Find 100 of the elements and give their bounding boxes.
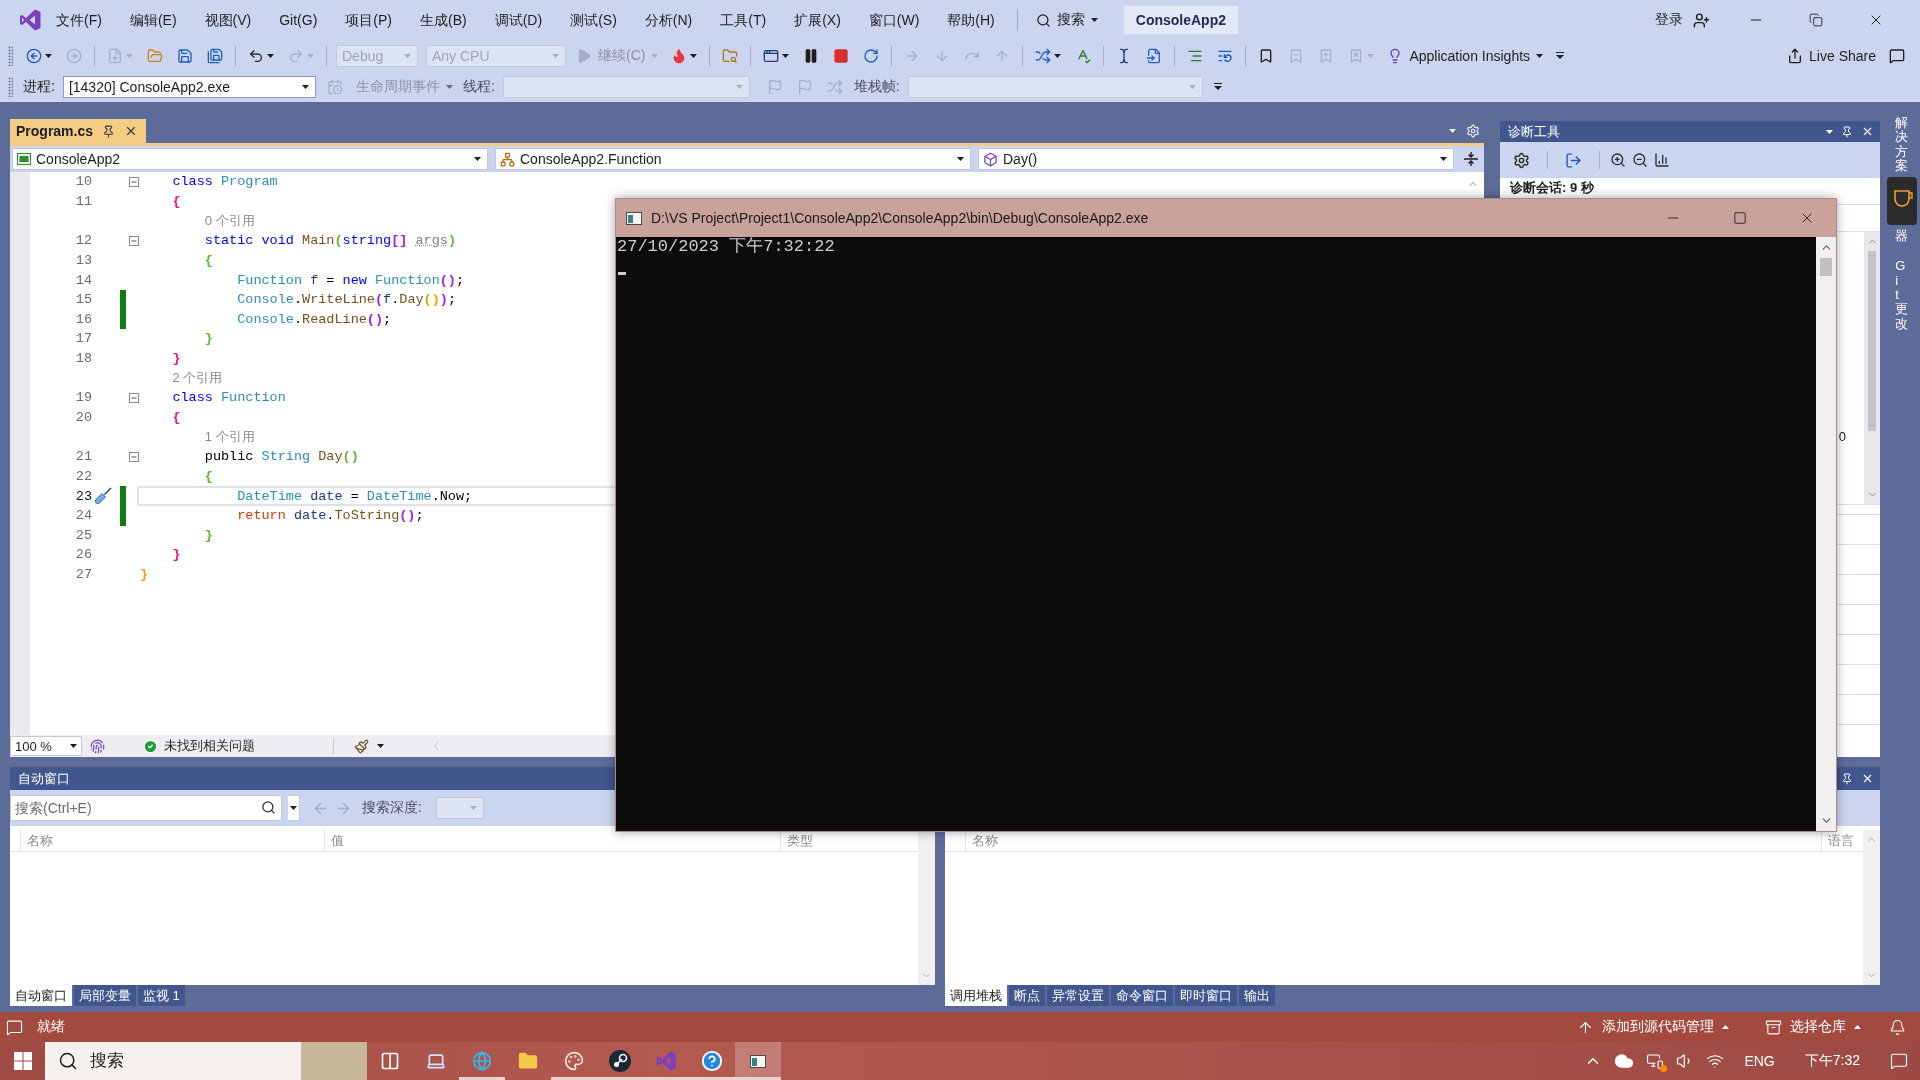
side-tab[interactable]: Git 更改 xyxy=(1887,255,1917,335)
folder-search-icon[interactable] xyxy=(722,48,739,64)
overflow-icon[interactable] xyxy=(1213,83,1222,91)
caret-icon[interactable] xyxy=(1090,18,1098,22)
reference-count-link[interactable]: 2 个引用 xyxy=(172,369,223,388)
zoom-out-icon[interactable] xyxy=(1632,152,1648,168)
panel-tab[interactable]: 调用堆栈 xyxy=(945,985,1007,1006)
console-window-icon[interactable] xyxy=(750,1054,766,1068)
browser-icon[interactable] xyxy=(472,1051,492,1071)
issues-status[interactable]: 未找到相关问题 xyxy=(143,737,255,755)
caret-icon[interactable] xyxy=(957,157,964,161)
menu-item[interactable]: 测试(S) xyxy=(556,10,631,30)
document-tab[interactable]: Program.cs xyxy=(10,119,147,143)
caret-icon[interactable] xyxy=(1440,157,1447,161)
help-icon[interactable] xyxy=(701,1050,723,1072)
select-repository-button[interactable]: 选择仓库 xyxy=(1757,1018,1869,1036)
message-icon[interactable] xyxy=(6,1018,23,1036)
split-icon[interactable] xyxy=(1464,151,1478,167)
caret-icon[interactable] xyxy=(690,54,698,58)
collapse-icon[interactable] xyxy=(129,451,139,462)
archive-icon[interactable] xyxy=(1765,1018,1782,1036)
close-icon[interactable] xyxy=(1861,125,1874,138)
navigation-dropdown[interactable]: ConsoleApp2.Function xyxy=(495,148,971,170)
navigation-dropdown[interactable]: ConsoleApp2 xyxy=(12,148,488,170)
taskbar-search[interactable]: 搜索 xyxy=(45,1042,367,1080)
zoom-dropdown[interactable]: 100 % xyxy=(10,736,82,756)
insights-button[interactable]: Application Insights xyxy=(1381,44,1550,68)
menu-item[interactable]: 分析(N) xyxy=(630,10,707,30)
zoom-in-icon[interactable] xyxy=(1610,152,1626,168)
caret-icon[interactable] xyxy=(377,744,384,748)
task-view-icon[interactable] xyxy=(380,1051,400,1071)
panel-tab[interactable]: 监视 1 xyxy=(138,985,185,1006)
grip-icon[interactable] xyxy=(8,77,13,97)
reference-count-link[interactable]: 1 个引用 xyxy=(204,428,255,447)
maximize-icon[interactable] xyxy=(1733,211,1747,225)
window-icon[interactable] xyxy=(763,48,780,64)
pin-icon[interactable] xyxy=(1841,772,1853,785)
brush-icon[interactable] xyxy=(354,738,369,754)
undo-icon[interactable] xyxy=(248,48,264,64)
search-field[interactable]: 搜索 xyxy=(90,1046,289,1076)
logo-icon[interactable] xyxy=(18,8,42,32)
sign-in-link[interactable]: 登录 xyxy=(1655,11,1683,29)
back-icon[interactable] xyxy=(26,48,42,64)
scrollbar-thumb[interactable] xyxy=(1868,251,1876,431)
caret-icon[interactable] xyxy=(70,744,77,748)
caret-icon[interactable] xyxy=(301,85,309,89)
folder-icon[interactable] xyxy=(518,1051,538,1071)
close-icon[interactable] xyxy=(1861,772,1874,785)
process-dropdown[interactable]: [14320] ConsoleApp2.exe xyxy=(62,76,316,98)
caret-icon[interactable] xyxy=(782,54,790,58)
taskbar-button[interactable] xyxy=(735,1042,781,1080)
save-all-icon[interactable] xyxy=(207,48,223,64)
menu-item[interactable]: 编辑(E) xyxy=(115,10,191,30)
panel-tab[interactable]: 输出 xyxy=(1239,985,1275,1006)
fingerprint-icon[interactable] xyxy=(90,738,105,754)
restore-icon[interactable] xyxy=(1809,13,1823,27)
search-options-button[interactable] xyxy=(288,795,300,821)
export-icon[interactable] xyxy=(1565,151,1582,169)
user-plus-icon[interactable] xyxy=(1693,11,1710,29)
menu-item[interactable]: 文件(F) xyxy=(42,10,116,30)
share-icon[interactable] xyxy=(1787,48,1804,64)
panel-tab[interactable]: 自动窗口 xyxy=(10,985,72,1006)
save-icon[interactable] xyxy=(177,48,193,64)
panel-tab[interactable]: 命令窗口 xyxy=(1111,985,1173,1006)
menu-item[interactable]: 扩展(X) xyxy=(780,10,855,30)
caret-icon[interactable] xyxy=(474,157,481,161)
file-input-icon[interactable] xyxy=(1146,48,1163,64)
menu-item[interactable]: 帮助(H) xyxy=(933,10,1009,30)
menu-item[interactable]: 工具(T) xyxy=(706,10,781,30)
menu-item[interactable]: 窗口(W) xyxy=(854,10,934,30)
add-to-source-control-button[interactable]: 添加到源代码管理 xyxy=(1569,1018,1737,1036)
panel-tab[interactable]: 即时窗口 xyxy=(1175,985,1237,1006)
notification-bell-icon[interactable] xyxy=(1889,1018,1906,1036)
feedback-icon[interactable] xyxy=(1889,48,1905,64)
live-share-button[interactable]: Live Share xyxy=(1781,44,1882,68)
navigation-dropdown[interactable]: Day() xyxy=(978,148,1454,170)
collapse-icon[interactable] xyxy=(129,176,139,187)
laptop-icon[interactable] xyxy=(426,1051,446,1071)
search-icon[interactable] xyxy=(58,1051,78,1071)
reference-count-link[interactable]: 0 个引用 xyxy=(204,212,255,231)
panel-tab[interactable]: 异常设置 xyxy=(1047,985,1109,1006)
caret-icon[interactable] xyxy=(45,54,52,58)
menu-item[interactable]: 生成(B) xyxy=(406,10,481,30)
cube-icon[interactable] xyxy=(983,151,998,167)
list-arrow-icon[interactable] xyxy=(1217,48,1234,64)
shuffle-icon[interactable] xyxy=(1035,48,1052,64)
start-icon[interactable] xyxy=(13,1052,32,1070)
search-icon[interactable] xyxy=(261,800,276,815)
stop-icon[interactable] xyxy=(833,48,850,64)
panel-tab[interactable]: 断点 xyxy=(1009,985,1045,1006)
round-logo-icon[interactable] xyxy=(609,1050,631,1072)
search-button[interactable]: 搜索 xyxy=(1027,6,1106,34)
caret-icon[interactable] xyxy=(290,806,297,810)
panel-tab[interactable]: 局部变量 xyxy=(74,985,136,1006)
search-field[interactable]: 搜索(Ctrl+E) xyxy=(10,795,282,821)
notification-icon[interactable] xyxy=(1890,1052,1908,1070)
device-icon[interactable] xyxy=(1646,1052,1665,1070)
project-icon[interactable] xyxy=(17,153,31,165)
menu-item[interactable]: 视图(V) xyxy=(190,10,266,30)
overflow-icon[interactable] xyxy=(1556,52,1565,60)
